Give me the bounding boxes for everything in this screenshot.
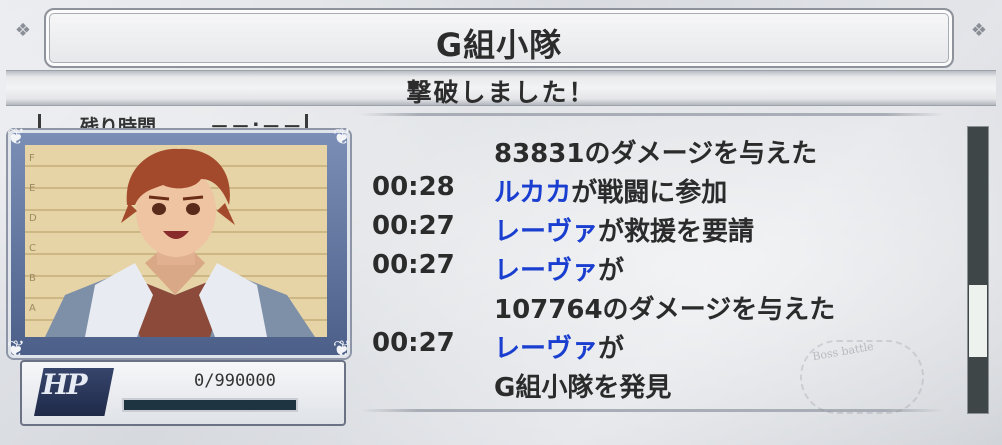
log-scrollbar-thumb[interactable] [969, 285, 987, 357]
ruler-mark: C [29, 243, 36, 254]
log-message-text: 83831のダメージを与えた [494, 139, 818, 169]
log-scrollbar[interactable] [967, 126, 989, 414]
ruler-mark: B [29, 273, 36, 284]
log-message: G組小隊を発見 [494, 367, 671, 404]
log-time: 00:27 [372, 250, 455, 280]
log-message-text: G組小隊を発見 [494, 373, 672, 403]
log-message-text: が救援を要請 [598, 217, 755, 247]
log-message: レーヴァが救援を要請 [494, 211, 754, 248]
defeat-message: 撃破しました！ [406, 78, 596, 107]
log-message-text: が戦闘に参加 [571, 178, 728, 208]
log-time: 00:27 [372, 211, 455, 241]
log-time: 00:28 [372, 172, 455, 202]
title-ornament-left-icon: ❖ [14, 20, 32, 41]
ruler-mark: E [29, 183, 36, 194]
title-ornament-right-icon: ❖ [970, 20, 988, 41]
log-player-name: ルカカ [494, 178, 572, 208]
log-time: 00:27 [372, 328, 455, 358]
log-message: 107764のダメージを与えた [494, 289, 835, 326]
log-message-text: 107764のダメージを与えた [494, 295, 836, 325]
log-message: レーヴァが [494, 328, 624, 365]
log-player-name: レーヴァ [494, 217, 599, 247]
log-message: ルカカが戦闘に参加 [494, 172, 727, 209]
ruler-mark: D [29, 213, 37, 224]
log-message-text: が [598, 334, 625, 364]
defeat-banner: 撃破しました！ [6, 70, 996, 107]
title-plate: G組小隊 [44, 8, 954, 68]
boss-result-panel: ❖ ❖ G組小隊 撃破しました！ 残り時間 －－:－－ ❦ ❦ ❦ ❦ F E … [0, 0, 1002, 445]
height-ruler: F E D C B A [29, 145, 43, 337]
boss-name-title: G組小隊 [435, 26, 563, 64]
log-message-text: が [598, 256, 625, 286]
boss-portrait: F E D C B A [25, 145, 327, 337]
log-divider-top [360, 113, 944, 116]
hp-bar-track [122, 398, 298, 412]
log-player-name: レーヴァ [494, 256, 599, 286]
log-message: 83831のダメージを与えた [494, 133, 817, 170]
hp-value: 0/990000 [194, 371, 276, 391]
hp-gauge: HP 0/990000 [20, 360, 346, 426]
character-portrait-image [45, 148, 315, 337]
boss-portrait-frame: ❦ ❦ ❦ ❦ F E D C B A [7, 125, 351, 362]
ruler-mark: F [29, 153, 35, 164]
log-message: レーヴァが [494, 250, 624, 287]
log-player-name: レーヴァ [494, 334, 599, 364]
hp-label: HP [42, 368, 87, 401]
ruler-mark: A [29, 303, 36, 314]
portrait-corner-icon: ❦ [332, 125, 352, 150]
